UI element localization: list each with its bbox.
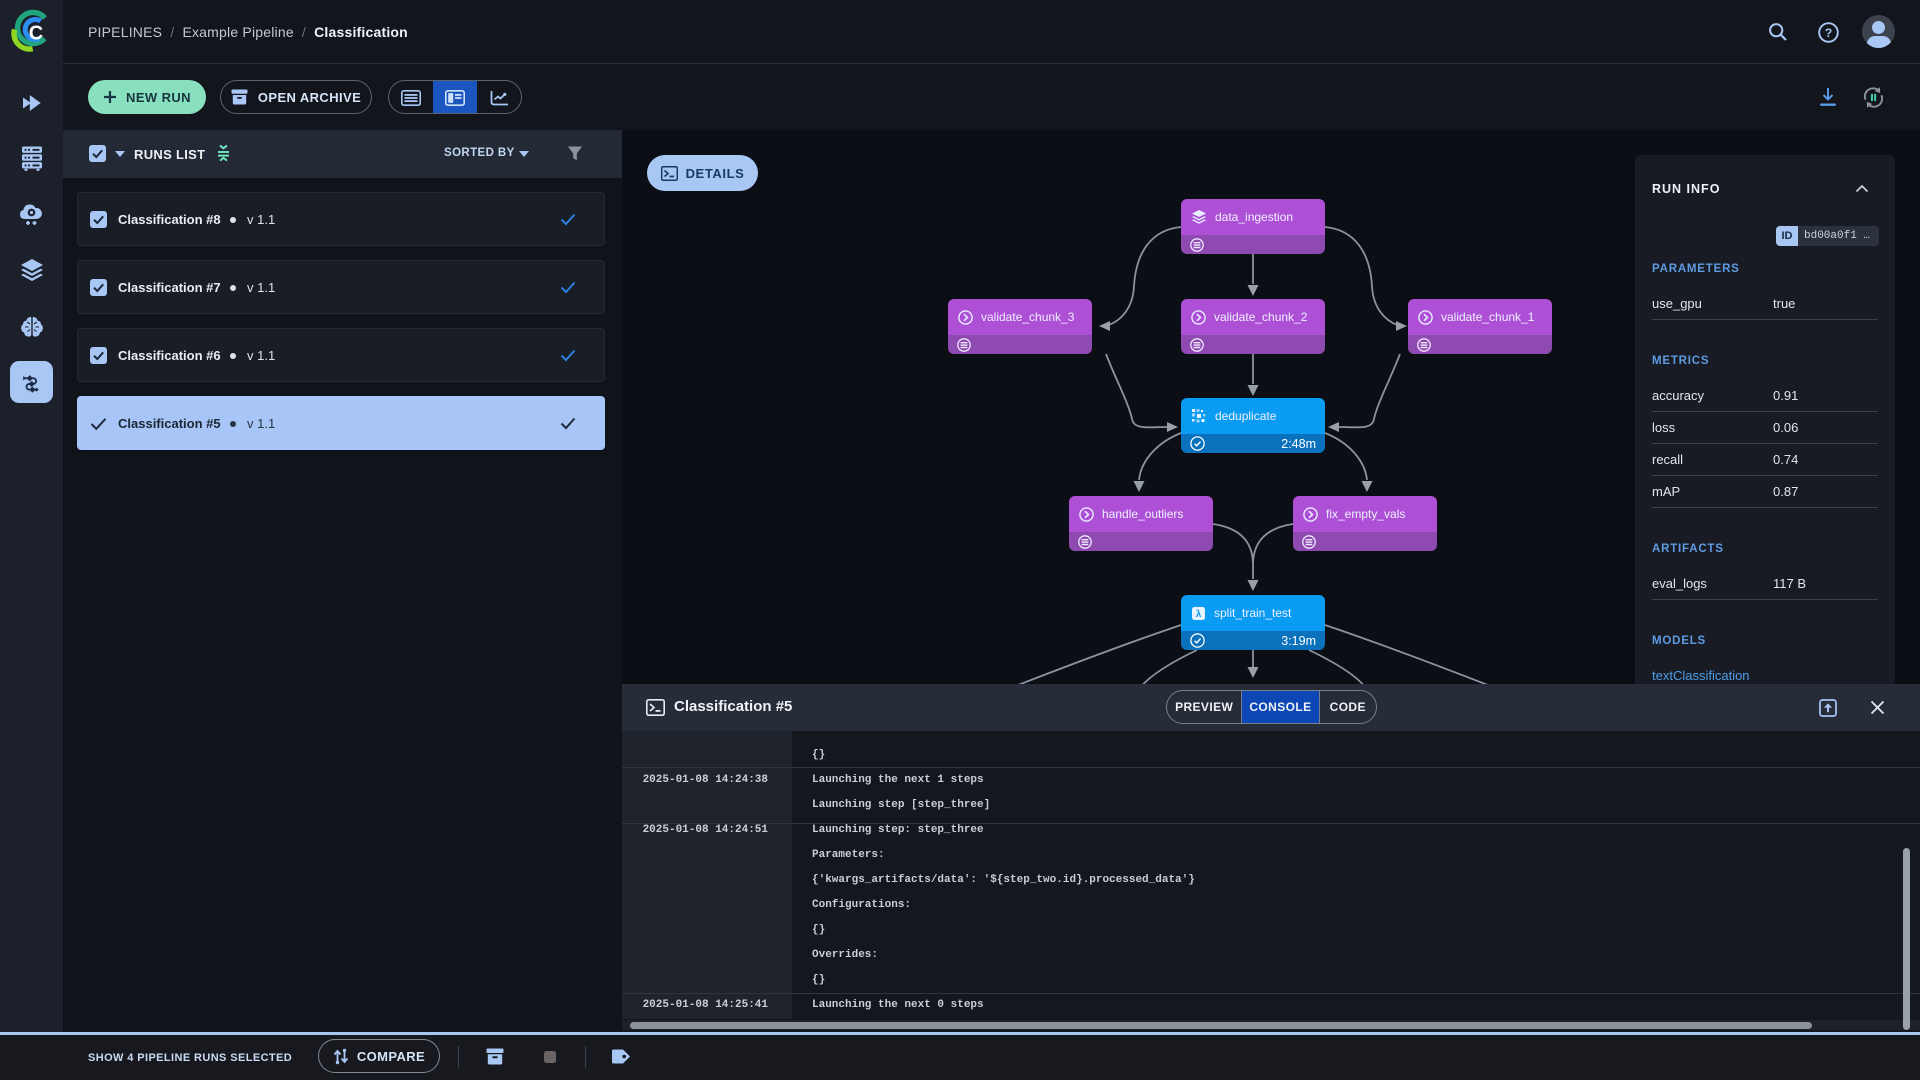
svg-text:?: ? xyxy=(1825,26,1832,40)
svg-text:C: C xyxy=(29,23,43,45)
svg-text:λ: λ xyxy=(1196,609,1202,620)
